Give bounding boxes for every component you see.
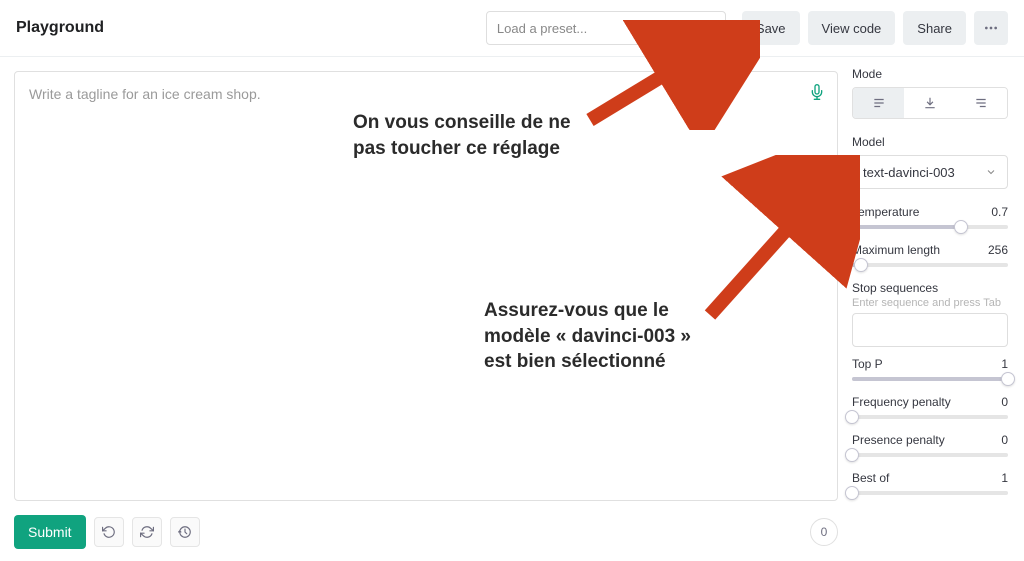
stop-input[interactable]: [852, 313, 1008, 347]
undo-icon: [102, 525, 116, 539]
top-p-label: Top P: [852, 357, 883, 371]
stop-hint: Enter sequence and press Tab: [852, 297, 1008, 309]
header: Playground Load a preset... Save View co…: [0, 0, 1024, 57]
download-icon: [923, 96, 937, 110]
temperature-label: Temperature: [852, 205, 919, 219]
ellipsis-icon: [983, 20, 999, 36]
regenerate-button[interactable]: [132, 517, 162, 547]
best-of-label: Best of: [852, 471, 889, 485]
view-code-button[interactable]: View code: [808, 11, 896, 45]
prompt-placeholder: Write a tagline for an ice cream shop.: [29, 86, 797, 102]
save-button[interactable]: Save: [742, 11, 800, 45]
undo-button[interactable]: [94, 517, 124, 547]
best-of-slider[interactable]: Best of 1: [852, 471, 1008, 495]
model-label: Model: [852, 135, 1008, 149]
model-value: text-davinci-003: [863, 165, 955, 180]
chevron-down-icon: [985, 166, 997, 178]
presence-penalty-label: Presence penalty: [852, 433, 945, 447]
top-p-value: 1: [1001, 357, 1008, 371]
page-title: Playground: [16, 19, 104, 37]
preset-placeholder: Load a preset...: [497, 21, 587, 36]
share-button[interactable]: Share: [903, 11, 966, 45]
microphone-icon[interactable]: [809, 84, 825, 100]
model-select[interactable]: text-davinci-003: [852, 155, 1008, 189]
chevron-down-icon: [703, 22, 715, 34]
prompt-editor[interactable]: Write a tagline for an ice cream shop.: [14, 71, 838, 501]
mode-complete[interactable]: [853, 88, 904, 118]
align-icon: [872, 96, 886, 110]
edit-lines-icon: [974, 96, 988, 110]
presence-penalty-value: 0: [1001, 433, 1008, 447]
history-icon: [178, 525, 192, 539]
token-count: 0: [810, 518, 838, 546]
max-length-slider[interactable]: Maximum length 256: [852, 243, 1008, 267]
history-button[interactable]: [170, 517, 200, 547]
stop-label: Stop sequences: [852, 281, 1008, 295]
temperature-value: 0.7: [991, 205, 1008, 219]
sidebar: Mode Model text-davinci-003 Temperature …: [852, 57, 1024, 561]
top-p-slider[interactable]: Top P 1: [852, 357, 1008, 381]
mode-edit[interactable]: [956, 88, 1007, 118]
temperature-slider[interactable]: Temperature 0.7: [852, 205, 1008, 229]
best-of-value: 1: [1001, 471, 1008, 485]
frequency-penalty-label: Frequency penalty: [852, 395, 951, 409]
mode-label: Mode: [852, 67, 1008, 81]
mode-group: [852, 87, 1008, 119]
max-length-label: Maximum length: [852, 243, 940, 257]
stop-sequences: Stop sequences Enter sequence and press …: [852, 281, 1008, 347]
preset-select[interactable]: Load a preset...: [486, 11, 726, 45]
frequency-penalty-value: 0: [1001, 395, 1008, 409]
mode-insert[interactable]: [904, 88, 955, 118]
max-length-value: 256: [988, 243, 1008, 257]
more-options-button[interactable]: [974, 11, 1008, 45]
frequency-penalty-slider[interactable]: Frequency penalty 0: [852, 395, 1008, 419]
presence-penalty-slider[interactable]: Presence penalty 0: [852, 433, 1008, 457]
submit-button[interactable]: Submit: [14, 515, 86, 549]
refresh-icon: [140, 525, 154, 539]
